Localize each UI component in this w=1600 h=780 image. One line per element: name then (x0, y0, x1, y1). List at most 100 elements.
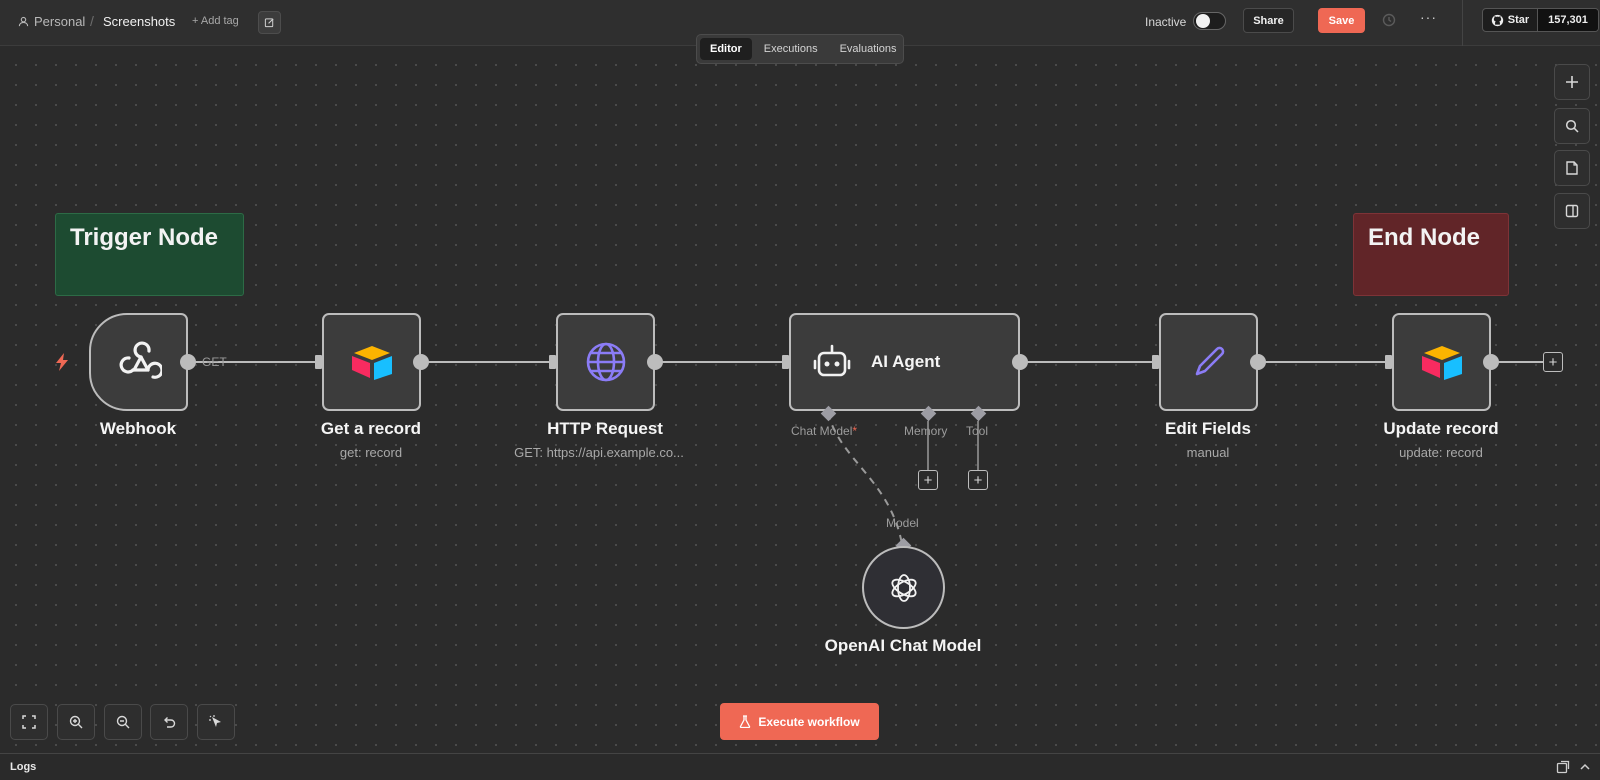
node-edit-fields[interactable] (1159, 313, 1258, 411)
connection-label-get: GET (202, 355, 227, 369)
logs-panel-bar[interactable]: Logs (0, 753, 1600, 780)
edit-fields-output-handle[interactable] (1250, 354, 1266, 370)
node-title: HTTP Request (547, 419, 663, 438)
tab-editor[interactable]: Editor (700, 38, 752, 60)
workflow-name[interactable]: Screenshots (103, 14, 175, 29)
robot-icon (813, 344, 851, 377)
toggle-panel-button[interactable] (1554, 193, 1590, 229)
webhook-icon (119, 341, 162, 379)
node-title: OpenAI Chat Model (824, 636, 982, 655)
tool-port-label: Tool (966, 424, 989, 438)
node-get-record[interactable] (322, 313, 421, 411)
share-button[interactable]: Share (1243, 8, 1294, 33)
tab-evaluations[interactable]: Evaluations (830, 38, 907, 60)
search-nodes-button[interactable] (1554, 108, 1590, 144)
node-http-request[interactable] (556, 313, 655, 411)
airtable-icon (1421, 346, 1462, 380)
panel-icon (1565, 204, 1579, 218)
flask-icon (740, 715, 751, 728)
node-ai-agent[interactable]: AI Agent (789, 313, 1020, 411)
undo-icon (164, 717, 176, 728)
user-icon (18, 16, 29, 27)
chat-model-label-text: Chat Model (791, 424, 853, 438)
project-name: Personal (34, 14, 86, 29)
add-tool-button[interactable]: + (968, 470, 988, 490)
http-output-handle[interactable] (647, 354, 663, 370)
fit-view-button[interactable] (10, 704, 48, 740)
execute-workflow-label: Execute workflow (758, 714, 860, 729)
github-star-button[interactable]: Star 157,301 (1482, 8, 1599, 32)
tab-executions[interactable]: Executions (754, 38, 828, 60)
zoom-out-button[interactable] (104, 704, 142, 740)
zoom-in-icon (69, 715, 83, 729)
node-subtitle: update: record (1399, 445, 1483, 460)
plus-icon (1566, 76, 1578, 88)
node-title: Update record (1383, 419, 1499, 438)
pop-out-icon[interactable] (1556, 760, 1570, 774)
get-record-input-handle[interactable] (315, 355, 322, 369)
edit-icon (264, 18, 274, 28)
search-icon (1565, 119, 1579, 133)
openai-icon (890, 573, 917, 602)
add-tag-button[interactable]: + Add tag (192, 15, 239, 27)
node-openai-chat-model[interactable] (862, 546, 945, 629)
undo-button[interactable] (150, 704, 188, 740)
node-update-record[interactable] (1392, 313, 1491, 411)
trigger-bolt-icon (56, 353, 68, 371)
ai-agent-input-handle[interactable] (782, 355, 789, 369)
execute-workflow-button[interactable]: Execute workflow (720, 703, 879, 740)
globe-icon (586, 342, 625, 382)
airtable-icon (351, 346, 392, 380)
node-webhook[interactable] (89, 313, 188, 411)
sticky-note-text: Trigger Node (70, 224, 219, 251)
sticky-note-end[interactable]: End Node (1353, 213, 1509, 296)
node-title: Edit Fields (1165, 419, 1251, 438)
chat-model-port-label: Chat Model* (791, 424, 857, 438)
node-title: Webhook (99, 419, 177, 438)
header-divider (1462, 0, 1463, 46)
required-mark: * (852, 424, 858, 438)
history-icon[interactable] (1381, 12, 1397, 28)
tidy-up-button[interactable] (197, 704, 235, 740)
get-record-output-handle[interactable] (413, 354, 429, 370)
github-star-count: 157,301 (1538, 9, 1598, 31)
breadcrumb-separator: / (90, 13, 94, 29)
logs-title: Logs (10, 761, 37, 773)
activation-toggle[interactable] (1193, 12, 1226, 30)
add-memory-button[interactable]: + (918, 470, 938, 490)
workflow-editor: Personal / Screenshots + Add tag Inactiv… (0, 0, 1600, 780)
sticky-note-text: End Node (1368, 224, 1480, 251)
zoom-in-button[interactable] (57, 704, 95, 740)
toggle-knob (1196, 14, 1210, 28)
activation-status-label: Inactive (1145, 15, 1187, 29)
node-subtitle: get: record (339, 445, 403, 460)
node-subtitle: GET: https://api.example.co... (514, 445, 684, 460)
webhook-output-handle[interactable] (180, 354, 196, 370)
chevron-up-icon[interactable] (1578, 760, 1592, 774)
update-record-output-handle[interactable] (1483, 354, 1499, 370)
node-title: AI Agent (871, 352, 941, 371)
edit-fields-input-handle[interactable] (1152, 355, 1159, 369)
node-title: Get a record (320, 419, 422, 438)
add-node-panel-button[interactable] (1554, 64, 1590, 100)
breadcrumb-project[interactable]: Personal (18, 14, 85, 29)
update-record-input-handle[interactable] (1385, 355, 1392, 369)
save-button[interactable]: Save (1318, 8, 1365, 33)
model-port-label: Model (886, 516, 919, 530)
github-star-label: Star (1507, 14, 1530, 26)
cursor-sparkle-icon (209, 715, 221, 727)
edit-description-button[interactable] (258, 11, 281, 34)
add-sticky-button[interactable] (1554, 150, 1590, 186)
ai-agent-output-handle[interactable] (1012, 354, 1028, 370)
zoom-out-icon (116, 715, 130, 729)
sticky-note-trigger[interactable]: Trigger Node (55, 213, 244, 296)
node-subtitle: manual (1186, 445, 1230, 460)
fit-view-icon (22, 715, 36, 729)
http-input-handle[interactable] (549, 355, 556, 369)
add-node-button[interactable]: + (1543, 352, 1563, 372)
github-icon (1491, 14, 1503, 26)
pencil-icon (1195, 346, 1224, 376)
more-options-button[interactable]: ··· (1420, 9, 1437, 25)
view-tabs: Editor Executions Evaluations (696, 34, 904, 64)
memory-port-label: Memory (904, 424, 948, 438)
